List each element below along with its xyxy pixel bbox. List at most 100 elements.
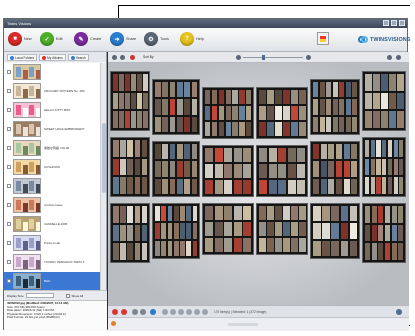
folder-list-item[interactable]: TUUDEY ZERIAGOC TERO 4 <box>4 253 100 272</box>
toolbar-label: Edit <box>56 37 63 41</box>
show-all-checkbox[interactable] <box>65 293 70 298</box>
tool-e-icon[interactable] <box>194 309 200 315</box>
tool-c-icon[interactable] <box>178 309 184 315</box>
viewer-footer: 175 item(s) | Selected: 1 (372 image) <box>108 305 409 317</box>
folder-list-item[interactable]: CANDELLE 2005 <box>4 215 100 234</box>
photo-panel[interactable] <box>152 79 200 135</box>
folder-checkbox[interactable] <box>7 203 11 207</box>
photo-panel[interactable] <box>110 137 150 197</box>
folder-list-item[interactable]: crochet cases <box>4 196 100 215</box>
toolbar-button-edit[interactable]: ✓ Edit <box>40 32 63 46</box>
toolbar-button-new[interactable]: ■ New <box>8 32 32 46</box>
toolbar-label: Share <box>126 37 137 41</box>
tool-b-icon[interactable] <box>170 309 176 315</box>
tool-d-icon[interactable] <box>186 309 192 315</box>
folder-checkbox[interactable] <box>7 260 11 264</box>
rotate-left-icon[interactable] <box>387 55 392 60</box>
share-icon: ➜ <box>110 32 124 46</box>
folder-thumbnail <box>13 102 41 118</box>
sidebar-tab-local-folders[interactable]: Local Folders <box>7 54 38 61</box>
zoom-slider-track[interactable] <box>243 57 303 58</box>
folder-list-item[interactable]: Punta mode <box>4 234 100 253</box>
folder-list-item[interactable] <box>4 63 100 82</box>
toolbar-button-share[interactable]: ➜ Share <box>110 32 136 46</box>
toolbar-label: Help <box>196 37 204 41</box>
status-text: 175 item(s) | Selected: 1 (372 image) <box>214 310 267 314</box>
scrollbar-thumb[interactable] <box>102 123 106 193</box>
folder-label: CUSHIONS <box>44 165 60 169</box>
prev-icon[interactable] <box>132 309 138 315</box>
toolbar-button-help[interactable]: ? Help <box>180 32 204 46</box>
folder-label: BAO <box>44 279 51 283</box>
nav-forward-icon[interactable] <box>120 55 125 60</box>
folder-list-item[interactable]: HELLO KITTY BOX <box>4 101 100 120</box>
folder-list-item[interactable]: CUSHIONS <box>4 158 100 177</box>
sidebar-tab-my-albums[interactable]: My Albums <box>39 54 66 61</box>
photo-panel[interactable] <box>310 79 360 135</box>
photo-panel[interactable] <box>152 141 200 197</box>
photo-panel[interactable] <box>310 141 360 197</box>
folder-list-item[interactable]: 素敵な刺繍 VOL06 <box>4 139 100 158</box>
3d-wall-view[interactable] <box>108 63 409 305</box>
view-mode-icon[interactable] <box>130 55 135 60</box>
slideshow-icon[interactable] <box>150 309 156 315</box>
folder-list-item[interactable] <box>4 177 100 196</box>
folder-checkbox[interactable] <box>7 165 11 169</box>
play-icon[interactable] <box>112 309 118 315</box>
help-icon: ? <box>180 32 194 46</box>
sidebar-tab-search[interactable]: Search <box>67 54 89 61</box>
photo-panel[interactable] <box>310 203 360 259</box>
nav-back-icon[interactable] <box>112 55 117 60</box>
photo-panel[interactable] <box>362 71 406 131</box>
photo-panel[interactable] <box>256 87 308 139</box>
sort-label: Sort By <box>143 55 154 59</box>
photo-panel[interactable] <box>362 137 406 197</box>
zoom-slider-knob[interactable] <box>262 55 265 60</box>
folder-checkbox[interactable] <box>7 279 11 283</box>
maximize-button[interactable] <box>391 20 397 26</box>
folder-list-item[interactable]: BAO <box>4 272 100 291</box>
folder-checkbox[interactable] <box>7 89 11 93</box>
zoom-in-icon[interactable] <box>306 55 311 60</box>
fullscreen-icon[interactable] <box>396 309 402 315</box>
tab-dot-icon <box>42 55 47 60</box>
photo-panel[interactable] <box>202 87 254 139</box>
photo-panel[interactable] <box>202 203 254 255</box>
display-size-slider[interactable] <box>25 293 54 298</box>
folder-list-item[interactable]: CROCHET PATTERN No. 282 <box>4 82 100 101</box>
photo-panel[interactable] <box>362 203 406 263</box>
sidebar-scrollbar[interactable] <box>100 63 106 290</box>
home-icon[interactable] <box>111 321 116 326</box>
tool-f-icon[interactable] <box>202 309 208 315</box>
folder-checkbox[interactable] <box>7 241 11 245</box>
folder-label: crochet cases <box>44 203 63 207</box>
minimize-button[interactable] <box>383 20 389 26</box>
folder-checkbox[interactable] <box>7 108 11 112</box>
folder-checkbox[interactable] <box>7 127 11 131</box>
folder-checkbox[interactable] <box>7 146 11 150</box>
flag-button[interactable] <box>317 32 329 45</box>
folder-list-item[interactable]: SWEET HOLE EMBROIDERY <box>4 120 100 139</box>
next-icon[interactable] <box>140 309 146 315</box>
progress-bar <box>228 323 258 326</box>
close-button[interactable] <box>399 20 405 26</box>
toolbar-button-create[interactable]: ✎ Create <box>74 32 101 46</box>
tab-dot-icon <box>70 55 75 60</box>
tool-a-icon[interactable] <box>162 309 168 315</box>
zoom-out-icon[interactable] <box>236 55 241 60</box>
toolbar-button-tools[interactable]: ⚙ Tools <box>144 32 169 46</box>
photo-panel[interactable] <box>256 203 308 255</box>
photo-panel[interactable] <box>256 145 308 197</box>
folder-checkbox[interactable] <box>7 184 11 188</box>
folder-thumbnail <box>13 64 41 80</box>
folder-checkbox[interactable] <box>7 222 11 226</box>
folder-checkbox[interactable] <box>7 70 11 74</box>
photo-panel[interactable] <box>110 71 150 131</box>
callout-line-top <box>118 5 410 6</box>
folder-thumbnail <box>13 235 41 251</box>
photo-panel[interactable] <box>110 203 150 263</box>
record-icon[interactable] <box>121 309 127 315</box>
photo-panel[interactable] <box>202 145 254 197</box>
photo-panel[interactable] <box>152 203 200 259</box>
rotate-right-icon[interactable] <box>396 55 401 60</box>
